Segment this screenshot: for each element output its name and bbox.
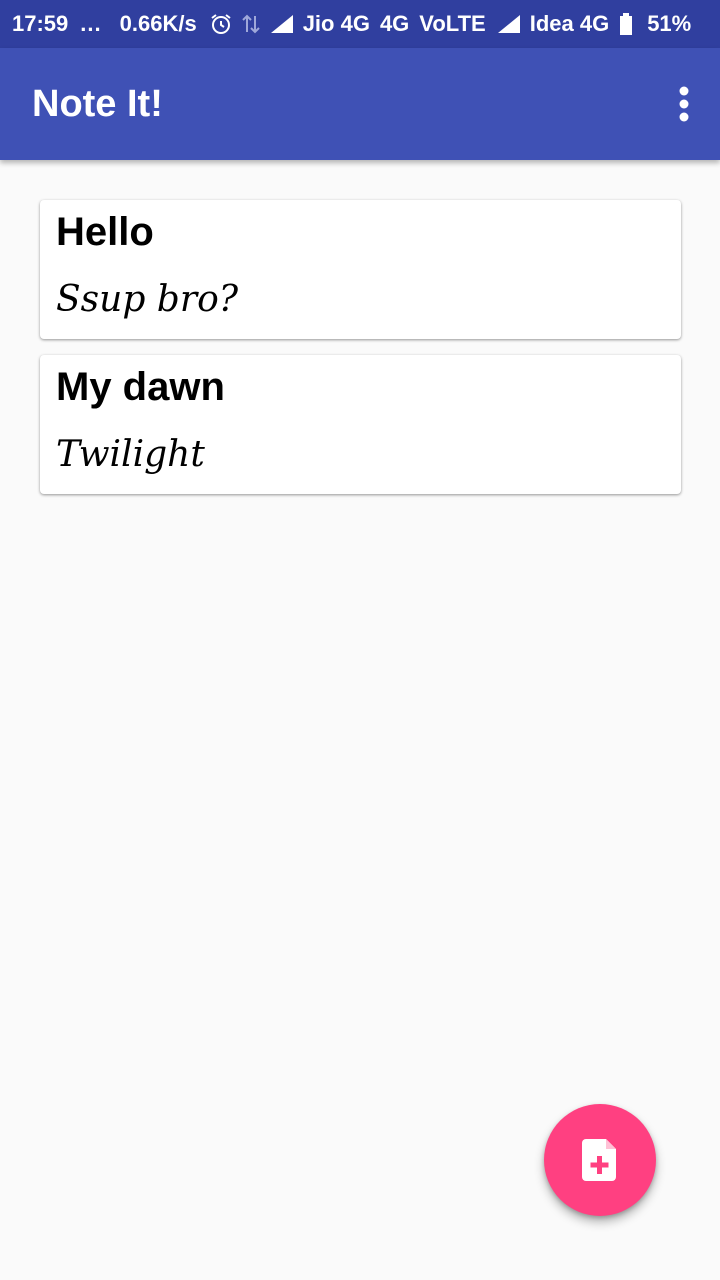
status-network-type: 4G (379, 11, 410, 36)
signal-icon (269, 13, 295, 35)
note-title: My dawn (56, 365, 225, 409)
note-title: Hello (56, 210, 154, 254)
add-note-button[interactable] (544, 1104, 656, 1216)
app-title: Note It! (32, 82, 163, 125)
add-note-icon (582, 1139, 616, 1181)
status-more-notifications: ... (80, 11, 102, 36)
note-card[interactable]: My dawn Twilight (40, 355, 681, 494)
status-carrier-1: Jio 4G (302, 11, 370, 36)
overflow-menu-button[interactable] (660, 64, 708, 144)
notes-list: Hello Ssup bro? My dawn Twilight (40, 200, 681, 510)
alarm-icon (209, 12, 233, 36)
more-vertical-icon (679, 86, 689, 122)
note-card[interactable]: Hello Ssup bro? (40, 200, 681, 339)
status-bar: 17:59 ... 0.66K/s Jio 4G 4G VoLTE Idea 4… (0, 0, 720, 48)
status-carrier-2: Idea 4G (529, 11, 610, 36)
note-body: Twilight (56, 434, 205, 475)
battery-icon (619, 12, 633, 36)
status-volte: VoLTE (419, 11, 486, 36)
data-arrows-icon (241, 12, 261, 36)
note-body: Ssup bro? (56, 279, 239, 320)
status-time: 17:59 (12, 11, 69, 36)
status-battery-percent: 51% (647, 11, 692, 36)
signal-icon (496, 13, 522, 35)
status-network-speed: 0.66K/s (119, 11, 197, 36)
app-bar: Note It! (0, 48, 720, 160)
